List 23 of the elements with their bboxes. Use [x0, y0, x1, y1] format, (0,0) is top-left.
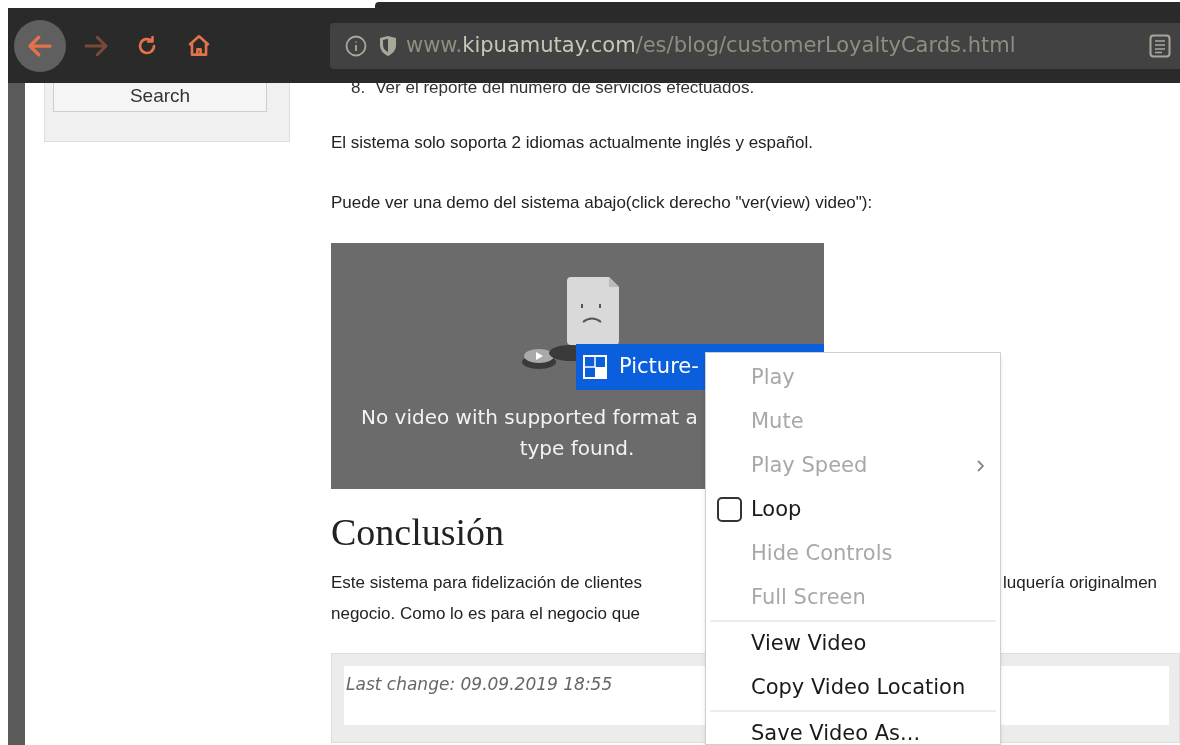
address-bar[interactable]: www.kipuamutay.com/es/blog/customerLoyaltyCards.html: [330, 22, 1180, 69]
reader-view-icon: [1149, 33, 1171, 58]
paragraph: El sistema solo soporta 2 idiomas actualmente inglés y español.: [331, 133, 814, 153]
paragraph: Puede ver una demo del sistema abajo(click derecho "ver(view) video"):: [331, 193, 874, 213]
search-button[interactable]: Search: [53, 83, 267, 112]
shield-icon: [378, 34, 398, 57]
menu-item[interactable]: Save Video As...: [706, 712, 1000, 744]
video-error-message: No video with supported format a: [361, 404, 698, 430]
menu-item[interactable]: Copy Video Location: [706, 666, 1000, 710]
url-text: www.kipuamutay.com/es/blog/customerLoyaltyCards.html: [406, 31, 1016, 59]
info-icon: [345, 34, 367, 57]
menu-item[interactable]: Loop: [706, 488, 1000, 532]
paragraph-text: luquería originalmen: [1003, 572, 1158, 594]
section-heading: Conclusión: [331, 510, 505, 555]
last-change-text: Last change: 09.09.2019 18:55: [346, 674, 613, 694]
home-icon: [186, 32, 212, 59]
back-button[interactable]: [14, 19, 66, 72]
picture-in-picture-icon: [583, 355, 607, 379]
video-error-message: type found.: [519, 435, 635, 461]
menu-item[interactable]: View Video: [706, 622, 1000, 666]
paragraph-text: Este sistema para fidelización de clientes: [331, 572, 642, 594]
paragraph-text: negocio. Como lo es para el negocio que: [331, 603, 641, 625]
checkbox[interactable]: [717, 497, 742, 522]
